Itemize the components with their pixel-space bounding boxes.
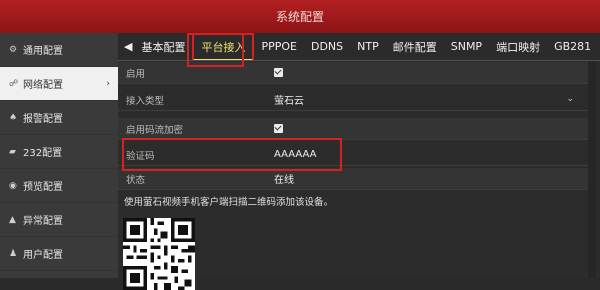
sidebar-item-label: 预览配置 (23, 182, 63, 193)
sidebar-item-user[interactable]: ♟ 用户配置 (0, 237, 118, 271)
serial-port-icon: ▰ (9, 146, 16, 157)
access-type-label: 接入类型 (126, 95, 165, 107)
window-title: 系统配置 (0, 0, 600, 33)
network-icon: ☍ (9, 78, 19, 89)
sidebar-item-exception[interactable]: ▲ 异常配置 (0, 203, 118, 237)
status-row: 状态 在线 (118, 168, 588, 190)
tab-scroll-left-icon[interactable]: ◀ (118, 33, 134, 60)
user-icon: ♟ (9, 248, 18, 259)
chevron-right-icon: › (106, 78, 110, 89)
tab-ddns[interactable]: DDNS (304, 33, 350, 60)
sidebar-item-network[interactable]: ☍ 网络配置 › (0, 67, 118, 101)
chevron-down-icon[interactable]: ⌄ (566, 94, 574, 104)
sidebar-item-label: 报警配置 (23, 114, 63, 125)
stream-encrypt-row: 启用码流加密 (118, 118, 588, 140)
alarm-icon: ♠ (9, 112, 18, 123)
enable-label: 启用 (126, 68, 146, 80)
sidebar-item-label: 通用配置 (23, 46, 63, 57)
sidebar-item-232[interactable]: ▰ 232配置 (0, 135, 118, 169)
enable-checkbox[interactable] (274, 68, 283, 77)
gear-icon: ⚙ (9, 44, 18, 55)
warning-icon: ▲ (9, 214, 16, 225)
qr-code (123, 218, 195, 290)
sidebar-item-label: 异常配置 (23, 216, 63, 227)
scrollbar[interactable] (588, 61, 596, 278)
tab-snmp[interactable]: SNMP (444, 33, 489, 60)
status-label: 状态 (126, 174, 146, 186)
eye-icon: ◉ (9, 180, 17, 191)
sidebar-item-label: 用户配置 (23, 250, 63, 261)
sidebar-item-general[interactable]: ⚙ 通用配置 (0, 33, 118, 67)
highlight-box-tab (187, 33, 244, 67)
main-panel: ◀ 基本配置 平台接入 PPPOE DDNS NTP 邮件配置 SNMP 端口映… (118, 33, 600, 290)
sidebar: ⚙ 通用配置 ☍ 网络配置 › ♠ 报警配置 ▰ 232配置 ◉ 预览配置 ▲ … (0, 33, 118, 278)
tab-basic[interactable]: 基本配置 (134, 33, 192, 60)
tab-gb28181[interactable]: GB281 (547, 33, 598, 60)
sidebar-item-preview[interactable]: ◉ 预览配置 (0, 169, 118, 203)
sidebar-item-alarm[interactable]: ♠ 报警配置 (0, 101, 118, 135)
tab-pppoe[interactable]: PPPOE (254, 33, 304, 60)
access-type-select[interactable]: 萤石云 (274, 92, 304, 107)
access-type-row[interactable]: 接入类型 萤石云 ⌄ (118, 89, 588, 111)
tab-port-mapping[interactable]: 端口映射 (489, 33, 547, 60)
status-value: 在线 (274, 175, 294, 186)
tab-email[interactable]: 邮件配置 (386, 33, 444, 60)
stream-encrypt-checkbox[interactable] (274, 124, 283, 133)
qr-instruction-text: 使用萤石视频手机客户端扫描二维码添加该设备。 (124, 197, 334, 208)
sidebar-item-label: 网络配置 (23, 80, 63, 91)
highlight-box-verify-code (122, 138, 342, 171)
stream-encrypt-label: 启用码流加密 (126, 124, 184, 136)
tab-ntp[interactable]: NTP (350, 33, 386, 60)
sidebar-item-label: 232配置 (23, 148, 63, 159)
